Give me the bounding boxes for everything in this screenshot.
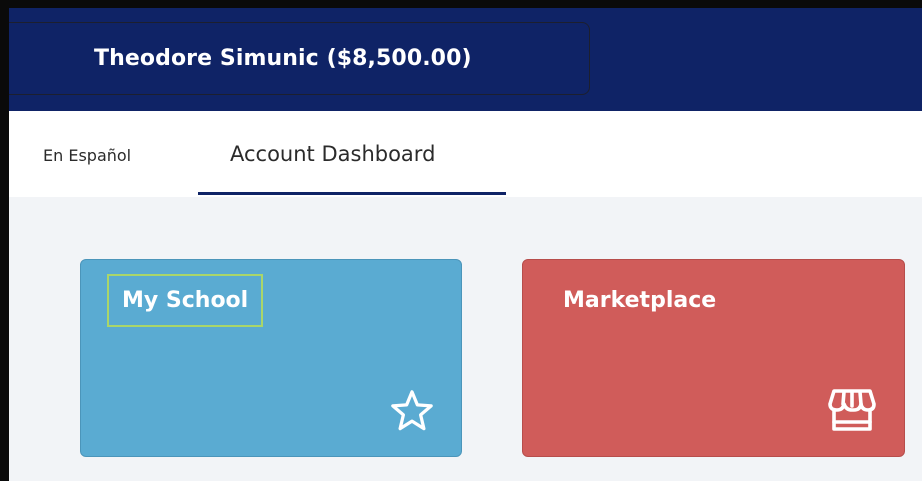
my-school-card[interactable]: My School [80,259,462,457]
tab-account-dashboard[interactable]: Account Dashboard [198,111,506,195]
marketplace-card[interactable]: Marketplace [522,259,905,457]
app-frame: Theodore Simunic ($8,500.00) En Español … [0,0,922,481]
account-switcher[interactable]: Theodore Simunic ($8,500.00) [9,22,590,95]
top-header: Theodore Simunic ($8,500.00) [9,8,922,111]
tab-account-dashboard-label: Account Dashboard [230,142,436,166]
dashboard-content: My School Marketplace [9,197,922,481]
account-name-balance: Theodore Simunic ($8,500.00) [94,46,472,71]
star-icon [391,390,433,431]
tab-en-espanol[interactable]: En Español [43,146,131,165]
marketplace-title: Marketplace [563,288,717,313]
my-school-title[interactable]: My School [107,274,264,327]
storefront-icon [828,389,876,431]
active-tab-indicator [198,192,506,195]
tab-bar: En Español Account Dashboard [9,111,922,197]
